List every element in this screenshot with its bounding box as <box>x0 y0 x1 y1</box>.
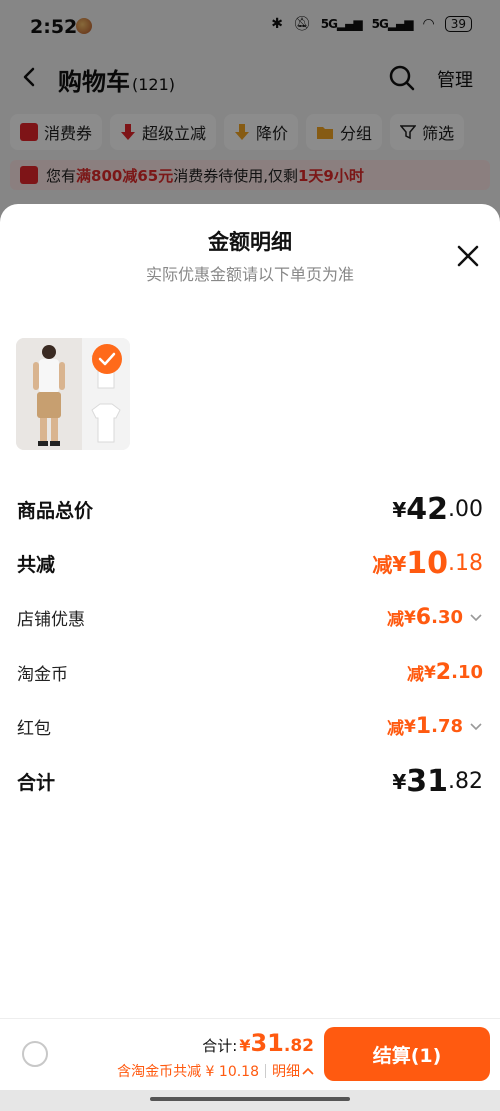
home-indicator[interactable] <box>150 1097 350 1101</box>
discount-summary: 含淘金币共减 ¥ 10.18 明细 <box>117 1061 314 1081</box>
row-total-reduction: 共减 减 ¥10.18 <box>17 546 483 581</box>
currency-symbol: ¥ <box>423 662 436 683</box>
total-int: 31 <box>250 1029 284 1057</box>
price-int: 10 <box>406 546 448 581</box>
navigation-bar <box>0 1090 500 1111</box>
total-dec: .82 <box>283 1036 314 1056</box>
price-int: 31 <box>406 764 448 799</box>
price-dec: .78 <box>431 716 463 737</box>
row-shop-discount[interactable]: 店铺优惠 减 ¥6.30 <box>17 605 483 630</box>
checkout-bar: 合计: ¥ 31 .82 含淘金币共减 ¥ 10.18 明细 结算(1) <box>0 1018 500 1088</box>
close-icon[interactable] <box>454 242 482 270</box>
price-int: 1 <box>415 714 432 739</box>
total-label: 合计: <box>202 1037 238 1055</box>
row-label: 合计 <box>17 772 56 794</box>
sum-value: ¥31.82 <box>392 764 483 799</box>
reduce-prefix: 减 <box>386 719 404 739</box>
currency-symbol: ¥ <box>392 551 407 576</box>
sheet-title: 金额明细 <box>208 230 292 254</box>
divider <box>265 1064 266 1078</box>
checkout-button[interactable]: 结算(1) <box>324 1027 490 1081</box>
row-red-packet[interactable]: 红包 减 ¥1.78 <box>17 714 483 739</box>
total-reduction-value: 减 ¥10.18 <box>372 546 483 581</box>
currency-symbol: ¥ <box>392 497 407 522</box>
select-all-checkbox[interactable] <box>22 1041 48 1067</box>
chevron-down-icon <box>470 722 482 730</box>
row-label: 商品总价 <box>17 500 94 522</box>
price-dec: .10 <box>451 662 483 683</box>
red-packet-value: 减 ¥1.78 <box>387 714 483 739</box>
price-dec: .82 <box>448 769 483 794</box>
reduce-prefix: 减 <box>386 610 404 630</box>
checkout-total: 合计: ¥ 31 .82 <box>202 1029 314 1057</box>
price-dec: .30 <box>431 607 463 628</box>
shop-discount-value: 减 ¥6.30 <box>387 605 483 630</box>
price-dec: .18 <box>448 551 483 576</box>
row-sum: 合计 ¥31.82 <box>17 764 483 799</box>
reduce-prefix: 减 <box>406 665 424 685</box>
row-taojinbi: 淘金币 减 ¥2.10 <box>17 660 483 685</box>
discount-text: 含淘金币共减 ¥ 10.18 <box>117 1064 259 1080</box>
currency-symbol: ¥ <box>403 716 416 737</box>
price-int: 2 <box>435 660 452 685</box>
price-int: 42 <box>406 492 448 527</box>
currency-symbol: ¥ <box>392 769 407 794</box>
price-dec: .00 <box>448 497 483 522</box>
taojinbi-value: 减 ¥2.10 <box>407 660 483 685</box>
selected-check-icon[interactable] <box>92 344 122 374</box>
row-label: 店铺优惠 <box>17 610 85 630</box>
price-int: 6 <box>415 605 432 630</box>
currency-symbol: ¥ <box>239 1036 251 1055</box>
chevron-up-icon <box>302 1067 314 1075</box>
row-label: 红包 <box>17 719 51 739</box>
reduce-prefix: 减 <box>372 553 393 577</box>
row-label: 淘金币 <box>17 665 68 685</box>
total-price-value: ¥42.00 <box>392 492 483 527</box>
amount-detail-sheet: 金额明细 实际优惠金额请以下单页为准 商品总价 ¥42.00 共减 减 ¥ 10… <box>0 204 500 1111</box>
currency-symbol: ¥ <box>403 607 416 628</box>
detail-toggle[interactable]: 明细 <box>272 1061 314 1081</box>
row-label: 共减 <box>17 554 56 576</box>
chevron-down-icon <box>470 613 482 621</box>
sheet-subtitle: 实际优惠金额请以下单页为准 <box>145 265 354 284</box>
row-total-price: 商品总价 ¥42.00 <box>17 492 483 527</box>
detail-label: 明细 <box>272 1064 300 1080</box>
